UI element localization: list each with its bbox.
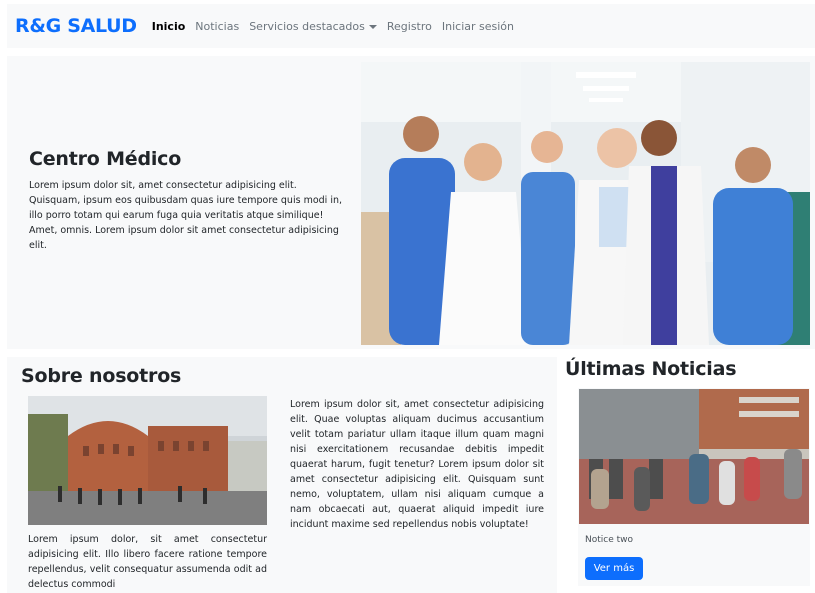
nav-iniciar-sesion[interactable]: Iniciar sesión — [442, 20, 514, 33]
ver-mas-button[interactable]: Ver más — [585, 557, 643, 580]
nav-servicios-dropdown[interactable]: Servicios destacados — [249, 20, 377, 33]
nav-registro[interactable]: Registro — [387, 20, 432, 33]
news-card: Notice two Ver más — [578, 388, 810, 586]
nav-noticias[interactable]: Noticias — [195, 20, 239, 33]
news-title: Últimas Noticias — [565, 358, 737, 380]
nav-links: Inicio Noticias Servicios destacados Reg… — [152, 20, 514, 33]
about-right-text: Lorem ipsum dolor sit, amet consectetur … — [290, 399, 544, 530]
brand-logo[interactable]: R&G SALUD — [15, 15, 137, 37]
about-section: Sobre nosotros Lorem ipsum dolor, sit am… — [7, 357, 557, 593]
about-building-photo — [28, 396, 267, 525]
hero-title: Centro Médico — [29, 148, 182, 170]
news-card-photo — [579, 389, 809, 524]
nav-servicios-label: Servicios destacados — [249, 19, 365, 33]
navbar: R&G SALUD Inicio Noticias Servicios dest… — [7, 4, 815, 48]
hero-body: Lorem ipsum dolor sit, amet consectetur … — [29, 180, 342, 251]
hero-text: Centro Médico Lorem ipsum dolor sit, ame… — [29, 148, 351, 253]
about-left-text: Lorem ipsum dolor, sit amet consectetur … — [28, 534, 267, 590]
about-title: Sobre nosotros — [21, 365, 182, 387]
hero-team-photo — [361, 62, 810, 345]
chevron-down-icon — [368, 24, 377, 29]
news-card-caption: Notice two — [585, 535, 634, 545]
hero-section: Centro Médico Lorem ipsum dolor sit, ame… — [7, 56, 815, 349]
nav-inicio[interactable]: Inicio — [152, 20, 186, 33]
